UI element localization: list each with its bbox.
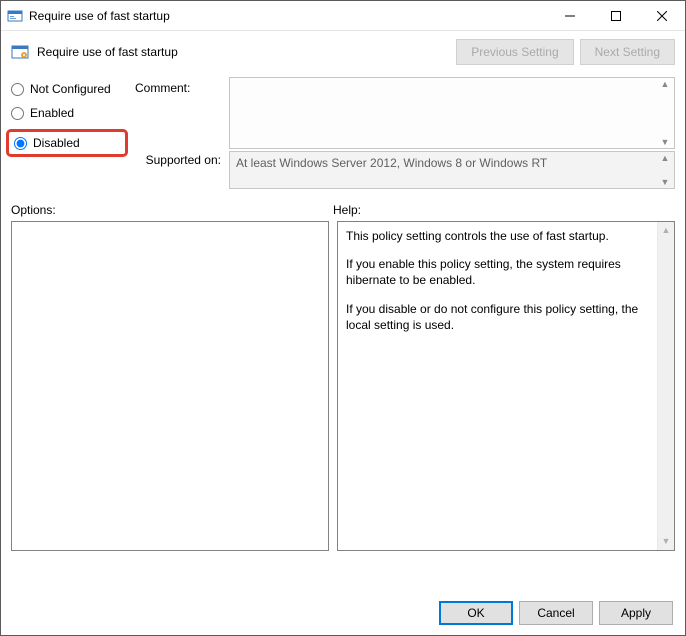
radio-not-configured-input[interactable] [11,83,24,96]
help-label: Help: [333,203,361,217]
supported-on-label: Supported on: [11,149,225,189]
minimize-button[interactable] [547,1,593,30]
cancel-button[interactable]: Cancel [519,601,593,625]
radio-enabled-label: Enabled [30,106,74,120]
policy-title: Require use of fast startup [37,45,178,59]
previous-setting-button[interactable]: Previous Setting [456,39,573,65]
radio-enabled-input[interactable] [11,107,24,120]
supported-on-value: At least Windows Server 2012, Windows 8 … [236,156,547,170]
gpo-icon [7,8,23,24]
policy-icon [11,43,29,61]
radio-disabled-label: Disabled [33,136,80,150]
header-row: Require use of fast startup Previous Set… [1,31,685,77]
help-text-p1: This policy setting controls the use of … [346,228,652,244]
dialog-button-bar: OK Cancel Apply [439,601,673,625]
comment-label: Comment: [135,77,225,149]
maximize-button[interactable] [593,1,639,30]
help-panel: This policy setting controls the use of … [337,221,675,551]
scroll-up-icon[interactable]: ▲ [657,79,673,89]
comment-textarea[interactable]: ▲ ▼ [229,77,675,149]
help-scrollbar[interactable]: ▲ ▼ [657,222,674,550]
radio-not-configured[interactable]: Not Configured [11,81,131,97]
scroll-down-icon[interactable]: ▼ [658,533,674,550]
titlebar: Require use of fast startup [1,1,685,31]
scroll-down-icon[interactable]: ▼ [657,177,673,187]
scroll-up-icon[interactable]: ▲ [657,153,673,163]
window-controls [547,1,685,30]
help-text-p3: If you disable or do not configure this … [346,301,652,333]
radio-enabled[interactable]: Enabled [11,105,131,121]
close-button[interactable] [639,1,685,30]
supported-on-field: At least Windows Server 2012, Windows 8 … [229,151,675,189]
ok-button[interactable]: OK [439,601,513,625]
radio-not-configured-label: Not Configured [30,82,111,96]
options-panel [11,221,329,551]
radio-disabled-input[interactable] [14,137,27,150]
help-text-p2: If you enable this policy setting, the s… [346,256,652,288]
scroll-down-icon[interactable]: ▼ [657,137,673,147]
options-label: Options: [11,203,333,217]
scroll-up-icon[interactable]: ▲ [658,222,674,239]
apply-button[interactable]: Apply [599,601,673,625]
next-setting-button[interactable]: Next Setting [580,39,675,65]
window-title: Require use of fast startup [29,9,170,23]
